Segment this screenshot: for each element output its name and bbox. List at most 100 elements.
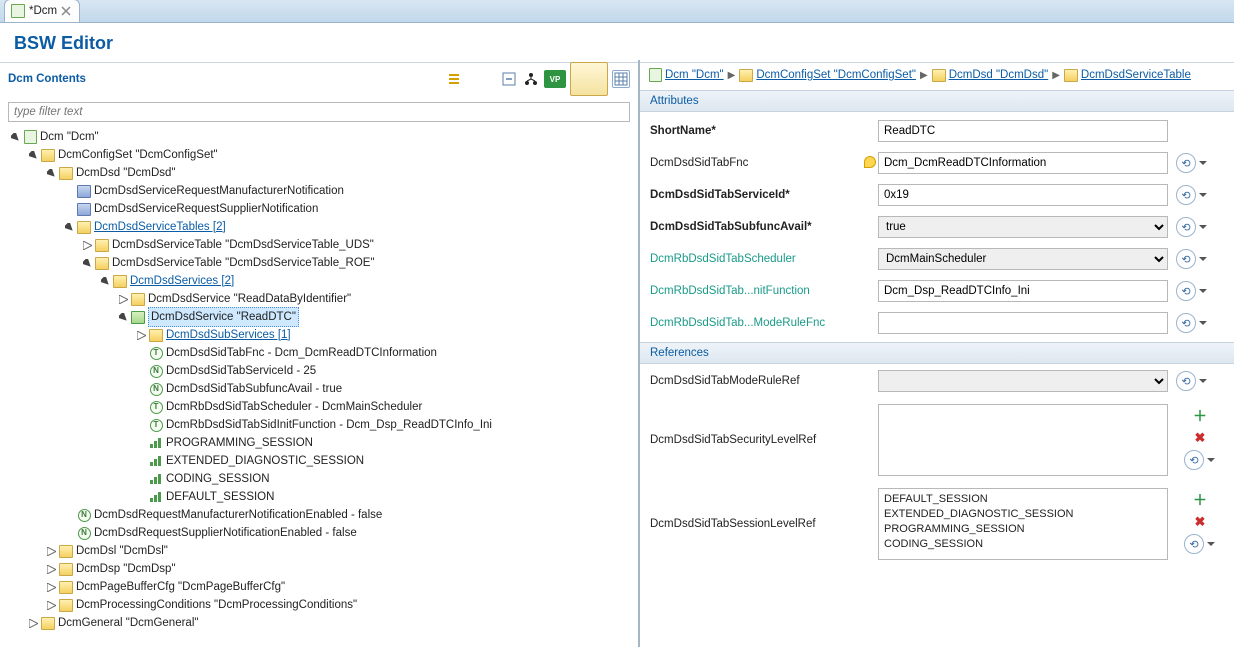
scheduler-select[interactable]: DcmMainScheduler xyxy=(878,248,1168,270)
sessionlevelref-list[interactable]: DEFAULT_SESSION EXTENDED_DIAGNOSTIC_SESS… xyxy=(878,488,1168,560)
add-icon[interactable]: ＋ xyxy=(1193,406,1207,426)
tree-item-session[interactable]: EXTENDED_DIAGNOSTIC_SESSION xyxy=(136,452,630,470)
breadcrumb-link[interactable]: DcmConfigSet "DcmConfigSet" xyxy=(756,69,916,81)
text-param-icon: T xyxy=(150,347,163,360)
tree-item-param[interactable]: NDcmDsdRequestManufacturerNotificationEn… xyxy=(64,506,630,524)
expand-icon[interactable] xyxy=(46,168,56,178)
collapse-icon[interactable] xyxy=(46,582,56,592)
tree-item-mfr-notif[interactable]: DcmDsdServiceRequestManufacturerNotifica… xyxy=(64,182,630,200)
tree-item-service-tables[interactable]: DcmDsdServiceTables [2] xyxy=(64,218,630,236)
tree-item-sup-notif[interactable]: DcmDsdServiceRequestSupplierNotification xyxy=(64,200,630,218)
chevron-down-icon[interactable] xyxy=(1198,188,1208,202)
tree-item-param[interactable]: NDcmDsdRequestSupplierNotificationEnable… xyxy=(64,524,630,542)
tree-item-param[interactable]: TDcmRbDsdSidTabSidInitFunction - Dcm_Dsp… xyxy=(136,416,630,434)
tree-item-subservices[interactable]: DcmDsdSubServices [1] xyxy=(136,326,630,344)
list-item[interactable]: EXTENDED_DIAGNOSTIC_SESSION xyxy=(884,507,1162,522)
tree-item-session[interactable]: CODING_SESSION xyxy=(136,470,630,488)
add-icon[interactable]: ＋ xyxy=(1193,490,1207,510)
initfunction-input[interactable] xyxy=(878,280,1168,302)
collapse-icon[interactable] xyxy=(46,546,56,556)
chevron-down-icon[interactable] xyxy=(1198,252,1208,266)
reset-icon[interactable]: ⟲ xyxy=(1176,313,1196,333)
vp-res-icon[interactable]: VP xyxy=(544,70,566,88)
list-item[interactable]: CODING_SESSION xyxy=(884,537,1162,552)
label-moderuleref[interactable]: DcmDsdSidTabModeRuleRef xyxy=(650,375,870,387)
breadcrumb-link[interactable]: Dcm "Dcm" xyxy=(665,69,724,81)
tree-item-param[interactable]: TDcmDsdSidTabFnc - Dcm_DcmReadDTCInforma… xyxy=(136,344,630,362)
shortname-input[interactable] xyxy=(878,120,1168,142)
tree-item-param[interactable]: NDcmDsdSidTabServiceId - 25 xyxy=(136,362,630,380)
reset-icon[interactable]: ⟲ xyxy=(1184,534,1204,554)
delete-icon[interactable]: ✖ xyxy=(1195,430,1206,446)
reset-icon[interactable]: ⟲ xyxy=(1176,249,1196,269)
collapse-icon[interactable] xyxy=(28,618,38,628)
collapse-all-icon[interactable] xyxy=(500,70,518,88)
tree-item-dsd[interactable]: DcmDsd "DcmDsd" xyxy=(46,164,630,182)
collapse-icon[interactable] xyxy=(118,294,128,304)
chevron-right-icon: ▶ xyxy=(728,70,736,81)
tree-item-session[interactable]: PROGRAMMING_SESSION xyxy=(136,434,630,452)
label-securitylevelref[interactable]: DcmDsdSidTabSecurityLevelRef xyxy=(650,434,870,446)
tree-item-param[interactable]: TDcmRbDsdSidTabScheduler - DcmMainSchedu… xyxy=(136,398,630,416)
expand-icon[interactable] xyxy=(118,312,128,322)
close-icon[interactable] xyxy=(61,6,71,16)
collapse-icon[interactable] xyxy=(46,564,56,574)
tree-item-general[interactable]: DcmGeneral "DcmGeneral" xyxy=(28,614,630,632)
reset-icon[interactable]: ⟲ xyxy=(1176,153,1196,173)
form-view-icon[interactable] xyxy=(570,62,608,96)
reset-icon[interactable]: ⟲ xyxy=(1176,371,1196,391)
tab-dcm[interactable]: *Dcm xyxy=(4,0,80,22)
expand-icon[interactable] xyxy=(100,276,110,286)
securitylevelref-list[interactable] xyxy=(878,404,1168,476)
tree-item-svc-readdtc[interactable]: DcmDsdService "ReadDTC" xyxy=(118,308,630,326)
moderuleref-select[interactable] xyxy=(878,370,1168,392)
list-item[interactable]: PROGRAMMING_SESSION xyxy=(884,522,1162,537)
tree-item-dsp[interactable]: DcmDsp "DcmDsp" xyxy=(46,560,630,578)
tree-item-session[interactable]: DEFAULT_SESSION xyxy=(136,488,630,506)
tree-item-dsl[interactable]: DcmDsl "DcmDsl" xyxy=(46,542,630,560)
reset-icon[interactable]: ⟲ xyxy=(1184,450,1204,470)
hint-icon[interactable] xyxy=(864,156,876,168)
expand-icon[interactable] xyxy=(64,222,74,232)
expand-icon[interactable] xyxy=(10,132,20,142)
chevron-down-icon[interactable] xyxy=(1206,537,1216,551)
chevron-down-icon[interactable] xyxy=(1198,374,1208,388)
breadcrumb-link[interactable]: DcmDsdServiceTable xyxy=(1081,69,1191,81)
reset-icon[interactable]: ⟲ xyxy=(1176,185,1196,205)
chevron-down-icon[interactable] xyxy=(1198,156,1208,170)
serviceid-input[interactable] xyxy=(878,184,1168,206)
tree-item-svc-rdbi[interactable]: DcmDsdService "ReadDataByIdentifier" xyxy=(118,290,630,308)
tree-item-services[interactable]: DcmDsdServices [2] xyxy=(100,272,630,290)
tree-item-param[interactable]: NDcmDsdSidTabSubfuncAvail - true xyxy=(136,380,630,398)
sidtabfnc-input[interactable] xyxy=(878,152,1168,174)
label-sessionlevelref[interactable]: DcmDsdSidTabSessionLevelRef xyxy=(650,518,870,530)
subfuncavail-select[interactable]: true xyxy=(878,216,1168,238)
chevron-down-icon[interactable] xyxy=(1198,284,1208,298)
tree-item-proccond[interactable]: DcmProcessingConditions "DcmProcessingCo… xyxy=(46,596,630,614)
chevron-down-icon[interactable] xyxy=(1206,453,1216,467)
tree-item-pagebuf[interactable]: DcmPageBufferCfg "DcmPageBufferCfg" xyxy=(46,578,630,596)
reset-icon[interactable]: ⟲ xyxy=(1176,217,1196,237)
collapse-icon[interactable] xyxy=(82,240,92,250)
tree-item-cfgset[interactable]: DcmConfigSet "DcmConfigSet" xyxy=(28,146,630,164)
chevron-down-icon[interactable] xyxy=(1198,316,1208,330)
collapse-icon[interactable] xyxy=(46,600,56,610)
filter-input[interactable] xyxy=(8,102,630,122)
hierarchy-icon[interactable] xyxy=(522,70,540,88)
collapse-icon[interactable] xyxy=(136,330,146,340)
chevron-down-icon[interactable] xyxy=(1198,220,1208,234)
list-item[interactable]: DEFAULT_SESSION xyxy=(884,492,1162,507)
reset-icon[interactable]: ⟲ xyxy=(1176,281,1196,301)
folder-icon xyxy=(41,617,55,630)
tree-item-svc-table-roe[interactable]: DcmDsdServiceTable "DcmDsdServiceTable_R… xyxy=(82,254,630,272)
references-title: References xyxy=(640,342,1234,364)
expand-icon[interactable] xyxy=(28,150,38,160)
expand-icon[interactable] xyxy=(82,258,92,268)
moderulfnc-input[interactable] xyxy=(878,312,1168,334)
tree-item-svc-table-uds[interactable]: DcmDsdServiceTable "DcmDsdServiceTable_U… xyxy=(82,236,630,254)
breadcrumb-link[interactable]: DcmDsd "DcmDsd" xyxy=(949,69,1049,81)
folder-icon xyxy=(113,275,127,288)
delete-icon[interactable]: ✖ xyxy=(1195,514,1206,530)
table-view-icon[interactable] xyxy=(612,70,630,88)
tree-item-dcm[interactable]: Dcm "Dcm" xyxy=(10,128,630,146)
